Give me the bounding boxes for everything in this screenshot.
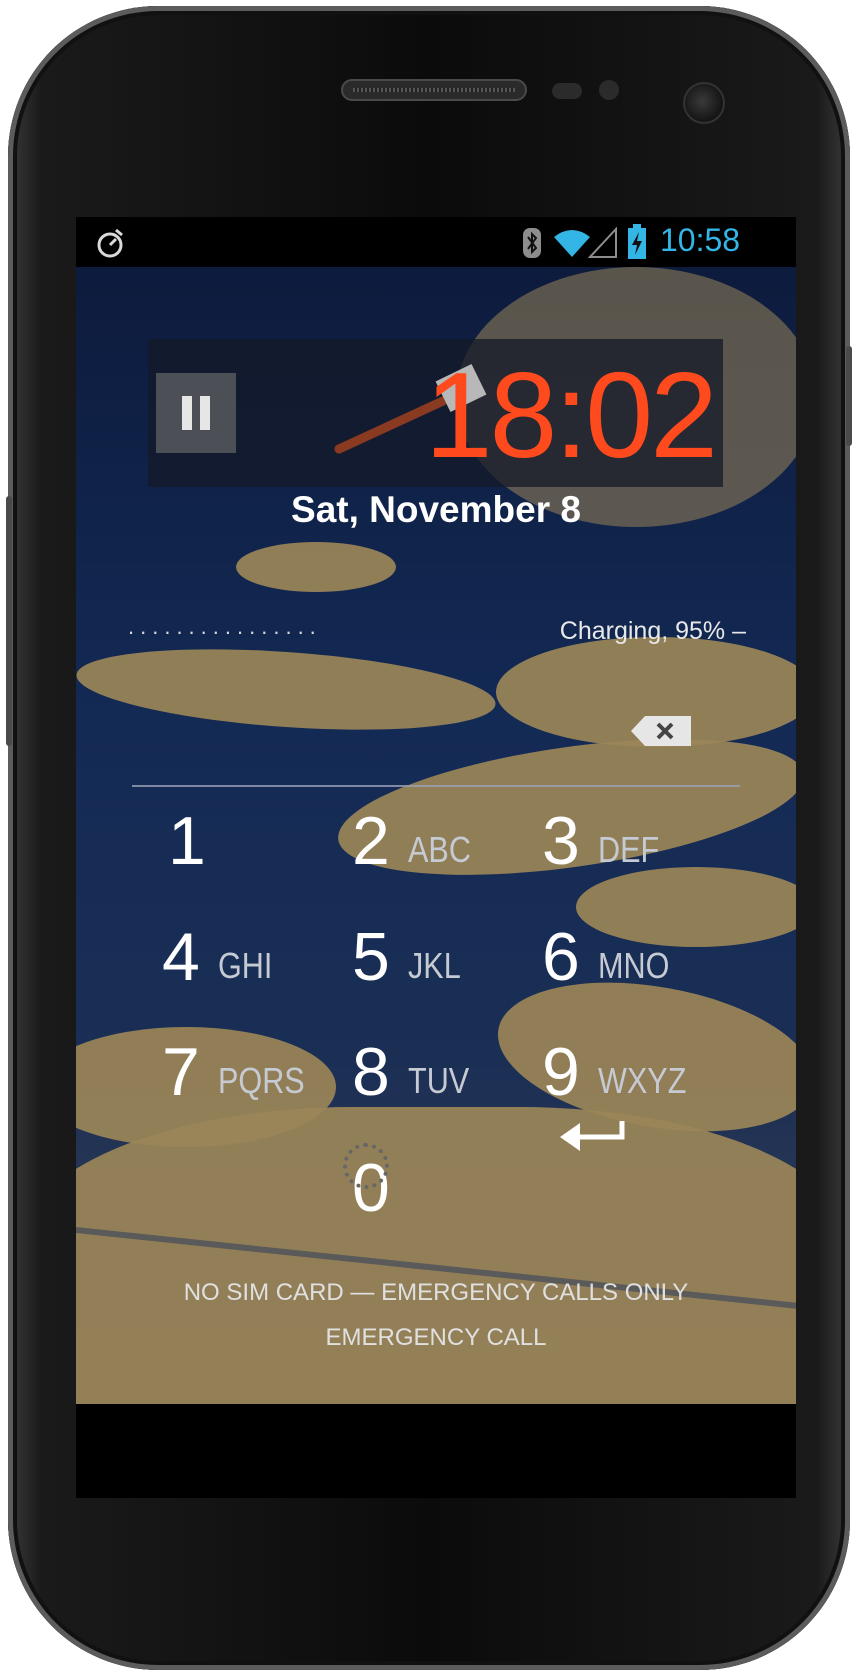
key-9[interactable]: 9 WXYZ xyxy=(542,1008,742,1108)
pause-bar xyxy=(200,396,210,430)
key-letters: WXYZ xyxy=(597,1060,687,1101)
charging-status: Charging, 95% – xyxy=(559,617,746,645)
emergency-call-button[interactable]: EMERGENCY CALL xyxy=(76,1324,796,1352)
bluetooth-icon xyxy=(523,228,541,258)
password-dots: ................ xyxy=(128,614,322,639)
status-bar: 10:58 xyxy=(76,217,796,267)
signal-icon xyxy=(588,227,617,258)
wifi-icon xyxy=(554,230,590,257)
proximity-sensor xyxy=(552,83,582,99)
pause-bar xyxy=(182,396,192,430)
power-button[interactable] xyxy=(846,346,852,446)
key-letters: PQRS xyxy=(217,1060,305,1101)
battery-charging-icon xyxy=(628,224,646,259)
timer-display: 18:02 xyxy=(424,347,718,483)
volume-button[interactable] xyxy=(6,496,12,746)
earpiece-speaker xyxy=(341,79,527,101)
stopwatch-icon xyxy=(97,228,123,258)
island xyxy=(76,637,499,742)
sim-status-label: NO SIM CARD — EMERGENCY CALLS ONLY xyxy=(183,1279,689,1306)
key-4[interactable]: 4 GHI xyxy=(162,893,362,993)
key-8[interactable]: 8 TUV xyxy=(352,1008,552,1108)
key-digit: 6 xyxy=(542,919,580,995)
key-digit: 2 xyxy=(352,803,390,879)
bottom-bezel xyxy=(76,1404,796,1498)
key-letters: MNO xyxy=(597,945,670,986)
key-2[interactable]: 2 ABC xyxy=(352,777,552,877)
pause-button[interactable] xyxy=(156,373,236,453)
key-letters: ABC xyxy=(407,829,471,870)
island xyxy=(236,542,396,592)
key-digit: 4 xyxy=(162,919,200,995)
key-3[interactable]: 3 DEF xyxy=(542,777,742,877)
key-7[interactable]: 7 PQRS xyxy=(162,1008,362,1108)
backspace-icon[interactable] xyxy=(631,714,693,748)
key-digit: 1 xyxy=(168,803,206,879)
lockscreen-wallpaper: 18:02 Sat, November 8 ................ C… xyxy=(76,267,796,1404)
enter-arrow-icon[interactable] xyxy=(558,1115,626,1155)
key-5[interactable]: 5 JKL xyxy=(352,893,552,993)
key-digit: 9 xyxy=(542,1034,580,1110)
key-digit: 8 xyxy=(352,1034,390,1110)
key-digit: 3 xyxy=(542,803,580,879)
key-letters: DEF xyxy=(597,829,660,870)
key-digit: 7 xyxy=(162,1034,200,1110)
date-label: Sat, November 8 xyxy=(291,489,581,530)
key-letters: JKL xyxy=(407,945,461,986)
phone-frame: 10:58 18:02 Sat, November 8 ............… xyxy=(6,6,852,1670)
home-button-icon[interactable] xyxy=(343,1143,389,1189)
status-clock: 10:58 xyxy=(660,222,741,258)
key-6[interactable]: 6 MNO xyxy=(542,893,742,993)
key-letters: TUV xyxy=(407,1060,470,1101)
timer-widget: 18:02 xyxy=(148,339,723,487)
key-digit: 5 xyxy=(352,919,390,995)
key-1[interactable]: 1 xyxy=(168,777,368,877)
screen: 10:58 18:02 Sat, November 8 ............… xyxy=(76,217,796,1498)
front-camera xyxy=(683,82,725,124)
key-letters: GHI xyxy=(217,945,273,986)
light-sensor xyxy=(599,80,619,100)
